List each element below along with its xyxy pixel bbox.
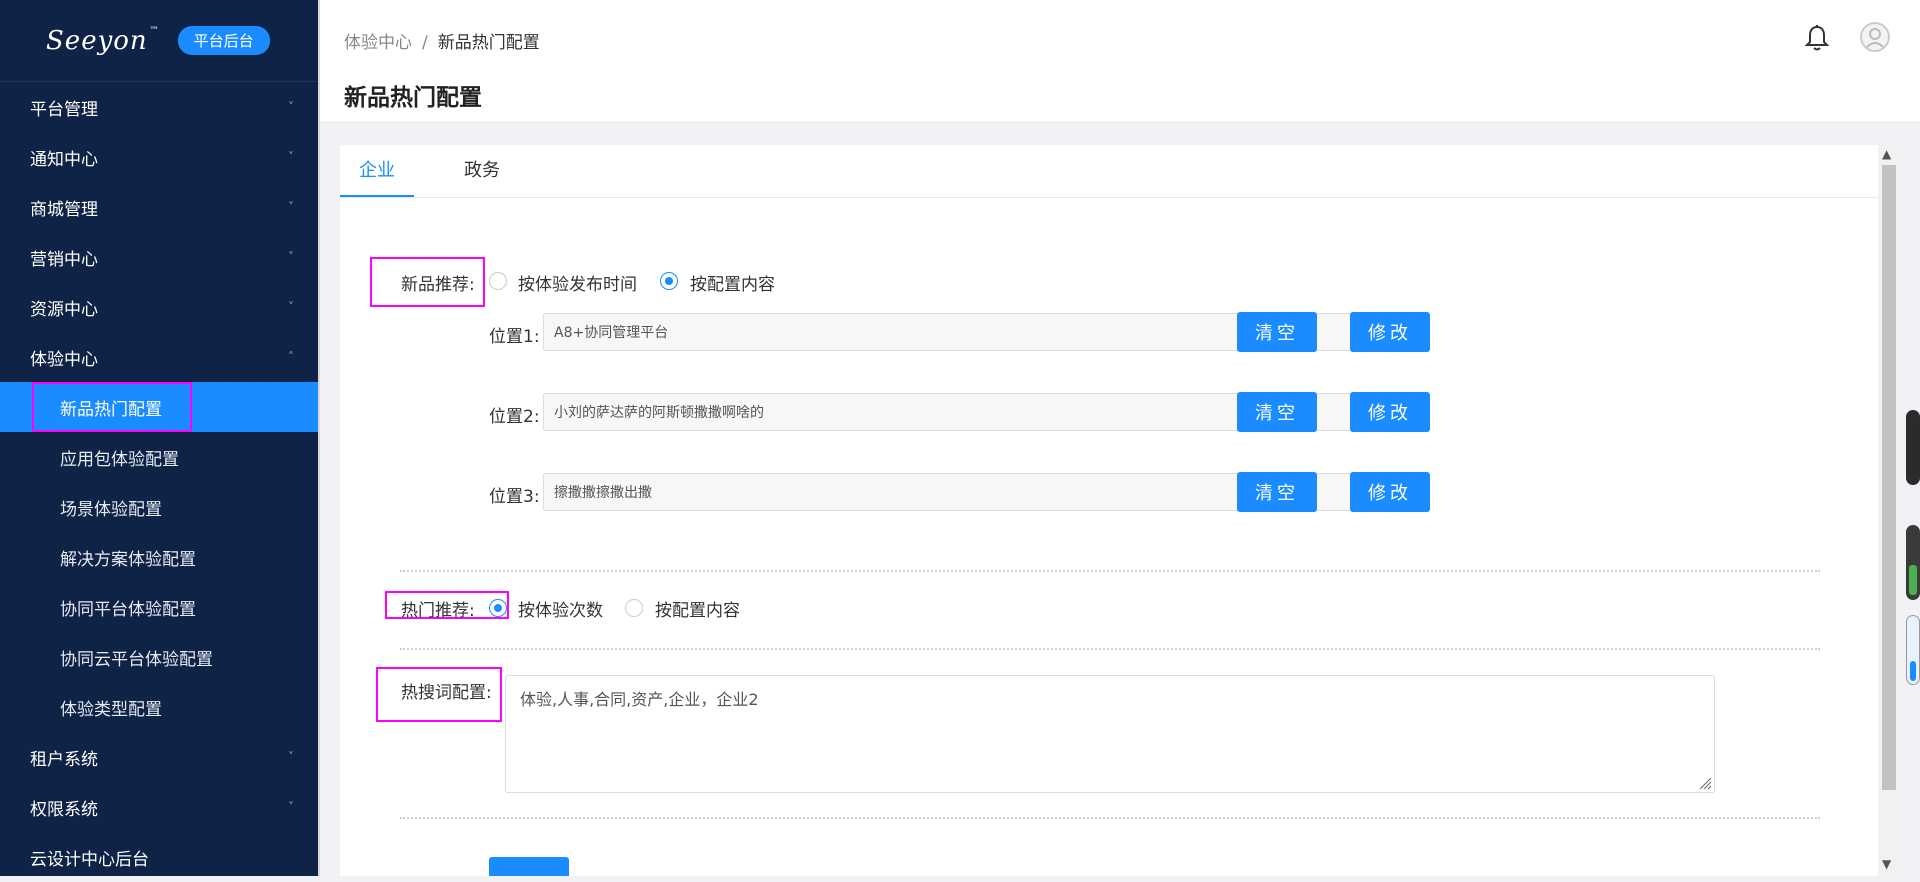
- scrollbar[interactable]: ▲ ▼: [1878, 145, 1900, 876]
- sidebar-subitem-collab-cloud[interactable]: 协同云平台体验配置: [0, 632, 318, 682]
- edit-button[interactable]: 修改: [1350, 312, 1430, 352]
- sidebar-item-label: 体验类型配置: [60, 699, 162, 720]
- page-title: 新品热门配置: [344, 85, 482, 111]
- chevron-down-icon: ˅: [288, 750, 294, 764]
- chevron-down-icon: ˅: [288, 200, 294, 214]
- radio-by-publish-time[interactable]: [489, 272, 507, 290]
- position-label: 位置3:: [489, 487, 540, 507]
- breadcrumb-separator: /: [422, 33, 428, 53]
- sidebar-item-mall[interactable]: 商城管理 ˅: [0, 182, 318, 232]
- sidebar-subitem-solution[interactable]: 解决方案体验配置: [0, 532, 318, 582]
- hot-search-value: 体验,人事,合同,资产,企业，企业2: [520, 690, 759, 709]
- logo-area: Seeyon ™ 平台后台: [0, 0, 318, 82]
- sidebar-item-tenant[interactable]: 租户系统 ˅: [0, 732, 318, 782]
- divider: [400, 570, 1820, 572]
- scroll-down-icon[interactable]: ▼: [1882, 857, 1891, 871]
- resize-handle-icon[interactable]: [1698, 776, 1712, 790]
- radio-label[interactable]: 按体验次数: [518, 596, 603, 621]
- sidebar-item-label: 通知中心: [30, 149, 98, 170]
- sidebar-item-notification[interactable]: 通知中心 ˅: [0, 132, 318, 182]
- sidebar-item-label: 商城管理: [30, 199, 98, 220]
- platform-badge: 平台后台: [177, 26, 270, 55]
- sidebar-item-platform[interactable]: 平台管理 ˅: [0, 82, 318, 132]
- gadget-widget: [1906, 525, 1920, 600]
- edit-button[interactable]: 修改: [1350, 392, 1430, 432]
- position-label: 位置2:: [489, 407, 540, 427]
- sidebar-item-label: 应用包体验配置: [60, 449, 179, 470]
- sidebar-menu: 平台管理 ˅ 通知中心 ˅ 商城管理 ˅ 营销中心 ˅ 资源中心 ˅ 体验中心 ˄ 新品热门…: [0, 82, 318, 882]
- sidebar-item-label: 云设计中心后台: [30, 849, 149, 870]
- chevron-down-icon: ˅: [288, 150, 294, 164]
- radio-label[interactable]: 按配置内容: [690, 270, 775, 295]
- sidebar: Seeyon ™ 平台后台 平台管理 ˅ 通知中心 ˅ 商城管理 ˅ 营销中心 ˅ 资源中…: [0, 0, 318, 876]
- submit-button[interactable]: [489, 857, 569, 876]
- sidebar-item-label: 协同平台体验配置: [60, 599, 196, 620]
- highlight-box: [32, 382, 192, 432]
- sidebar-item-label: 营销中心: [30, 249, 98, 270]
- sidebar-item-label: 体验中心: [30, 349, 98, 370]
- sidebar-item-cloud-design[interactable]: 云设计中心后台: [0, 832, 318, 882]
- sidebar-item-label: 解决方案体验配置: [60, 549, 196, 570]
- sidebar-item-resources[interactable]: 资源中心 ˅: [0, 282, 318, 332]
- sidebar-item-label: 权限系统: [30, 799, 98, 820]
- chevron-up-icon: ˄: [288, 350, 294, 364]
- breadcrumb-current: 新品热门配置: [437, 33, 540, 53]
- breadcrumb: 体验中心 / 新品热门配置: [344, 28, 540, 53]
- radio-by-config-content[interactable]: [660, 272, 678, 290]
- sidebar-divider: [318, 0, 320, 876]
- tab-government[interactable]: 政务: [440, 145, 524, 197]
- chevron-down-icon: ˅: [288, 800, 294, 814]
- page-header: 体验中心 / 新品热门配置 新品热门配置: [320, 0, 1920, 123]
- clear-button[interactable]: 清空: [1237, 392, 1317, 432]
- gadget-widget: [1906, 410, 1920, 485]
- divider: [400, 648, 1820, 650]
- sidebar-item-label: 资源中心: [30, 299, 98, 320]
- scroll-thumb[interactable]: [1882, 165, 1896, 790]
- new-products-label: 新品推荐:: [401, 275, 475, 295]
- sidebar-subitem-scene[interactable]: 场景体验配置: [0, 482, 318, 532]
- radio-label[interactable]: 按体验发布时间: [518, 270, 637, 295]
- hot-search-textarea[interactable]: 体验,人事,合同,资产,企业，企业2: [505, 675, 1715, 793]
- hot-recommend-label: 热门推荐:: [401, 601, 475, 621]
- user-icon: [1865, 28, 1885, 49]
- tab-enterprise[interactable]: 企业: [340, 145, 414, 197]
- scroll-up-icon[interactable]: ▲: [1882, 147, 1891, 161]
- radio-label[interactable]: 按配置内容: [655, 596, 740, 621]
- sidebar-item-label: 协同云平台体验配置: [60, 649, 213, 670]
- sidebar-item-permission[interactable]: 权限系统 ˅: [0, 782, 318, 832]
- sidebar-item-experience[interactable]: 体验中心 ˄: [0, 332, 318, 382]
- divider: [400, 817, 1820, 819]
- sidebar-subitem-new-hot-config[interactable]: 新品热门配置: [0, 382, 318, 432]
- sidebar-item-label: 平台管理: [30, 99, 98, 120]
- radio-by-experience-count[interactable]: [489, 599, 507, 617]
- sidebar-subitem-collab-platform[interactable]: 协同平台体验配置: [0, 582, 318, 632]
- bell-icon[interactable]: [1804, 24, 1830, 52]
- thermometer-icon: [1906, 615, 1920, 685]
- sidebar-subitem-experience-type[interactable]: 体验类型配置: [0, 682, 318, 732]
- breadcrumb-root[interactable]: 体验中心: [344, 33, 412, 53]
- sidebar-item-label: 租户系统: [30, 749, 98, 770]
- chevron-down-icon: ˅: [288, 100, 294, 114]
- position-label: 位置1:: [489, 327, 540, 347]
- sidebar-item-label: 场景体验配置: [60, 499, 162, 520]
- clear-button[interactable]: 清空: [1237, 472, 1317, 512]
- logo: Seeyon ™: [46, 25, 160, 56]
- avatar[interactable]: [1860, 22, 1890, 52]
- sidebar-subitem-app-package[interactable]: 应用包体验配置: [0, 432, 318, 482]
- config-card: 企业 政务 新品推荐: 按体验发布时间 按配置内容 位置1: A8+协同管理平台…: [340, 145, 1878, 876]
- tab-bar: 企业 政务: [340, 145, 1878, 198]
- sidebar-item-marketing[interactable]: 营销中心 ˅: [0, 232, 318, 282]
- clear-button[interactable]: 清空: [1237, 312, 1317, 352]
- radio-by-config-content[interactable]: [625, 599, 643, 617]
- hot-search-label: 热搜词配置:: [401, 683, 492, 703]
- chevron-down-icon: ˅: [288, 250, 294, 264]
- chevron-down-icon: ˅: [288, 300, 294, 314]
- edit-button[interactable]: 修改: [1350, 472, 1430, 512]
